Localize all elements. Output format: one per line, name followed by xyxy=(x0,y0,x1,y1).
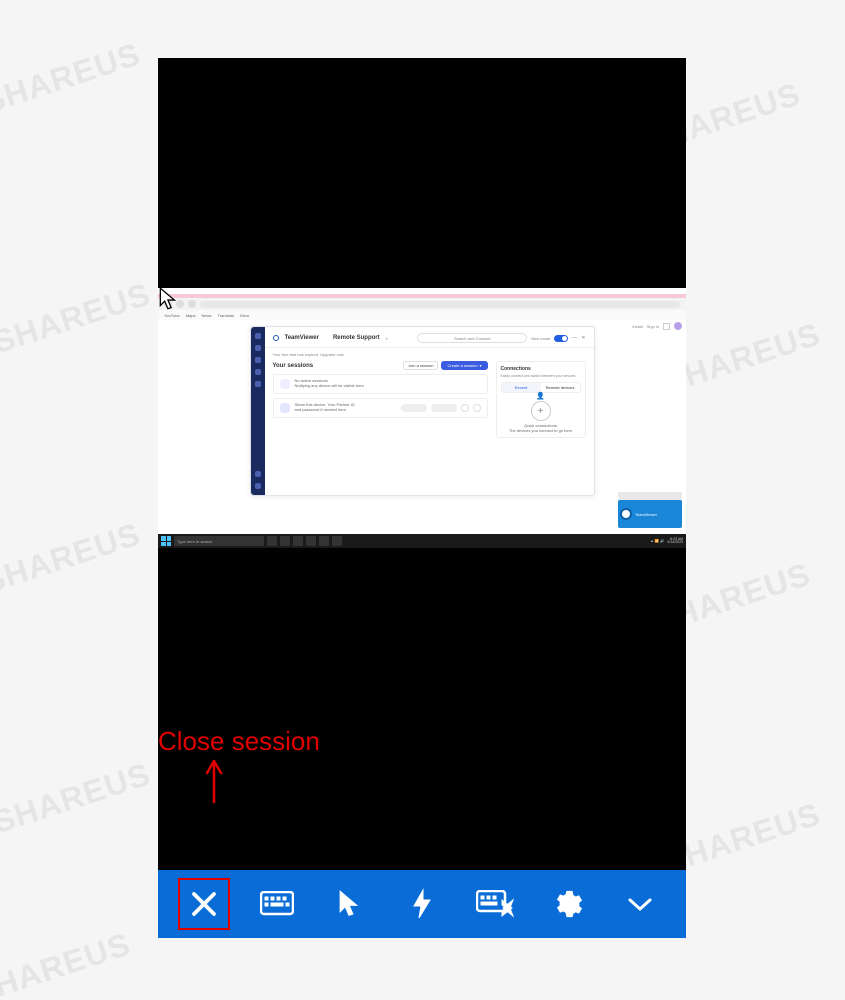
teamviewer-notification[interactable]: TeamViewer xyxy=(618,500,682,528)
connections-heading: Connections xyxy=(501,366,581,372)
notif-title: TeamViewer xyxy=(635,512,657,517)
signin-link[interactable]: Sign in xyxy=(647,324,659,329)
share-device-card: Share this device. Your Partner ID and p… xyxy=(273,398,488,418)
sidebar-item[interactable] xyxy=(255,471,261,477)
close-icon[interactable]: ✕ xyxy=(581,335,585,341)
mobile-viewer-frame: YouTube Maps News Translate Drive Instal… xyxy=(158,58,686,938)
letterbox-bottom: Close session xyxy=(158,548,686,870)
connections-panel: Connections Easily connect and switch be… xyxy=(496,361,586,438)
mode-toggle[interactable] xyxy=(554,335,568,342)
upgrade-banner[interactable]: Your free trial has expired. Upgrade now xyxy=(273,352,586,357)
letterbox-top xyxy=(158,58,686,288)
reload-icon[interactable] xyxy=(188,300,196,308)
taskbar-app-icon[interactable] xyxy=(293,536,303,546)
settings-button[interactable] xyxy=(546,883,588,925)
password-chip[interactable] xyxy=(431,404,457,412)
connections-sub: Easily connect and switch between your d… xyxy=(501,374,581,378)
create-session-button[interactable]: Create a session xyxy=(441,361,487,370)
empty-sessions-card: No active sessions Notifying any device … xyxy=(273,374,488,394)
taskbar-app-icon[interactable] xyxy=(332,536,342,546)
sessions-heading: Your sessions xyxy=(273,363,314,369)
refresh-icon[interactable] xyxy=(461,404,469,412)
pointer-button[interactable] xyxy=(328,883,370,925)
bookmark-item[interactable]: Maps xyxy=(186,313,196,318)
share-icon xyxy=(280,403,290,413)
page-title: Remote Support xyxy=(333,335,380,341)
taskbar-app-icon[interactable] xyxy=(306,536,316,546)
mouse-cursor-icon xyxy=(158,286,180,317)
teamviewer-app-window: TeamViewer Remote Support ▾ Search and C… xyxy=(250,326,595,496)
apps-icon[interactable] xyxy=(663,323,670,330)
annotation-label: Close session xyxy=(158,726,320,757)
browser-address-bar[interactable] xyxy=(158,298,686,310)
share-line2: and password if needed here xyxy=(295,408,355,413)
sidebar-item[interactable] xyxy=(255,369,261,375)
quick-sub: The devices you connect to go here xyxy=(501,428,581,433)
sidebar-item[interactable] xyxy=(255,333,261,339)
app-brand: TeamViewer xyxy=(285,335,319,341)
join-session-button[interactable]: Join a session xyxy=(403,361,438,370)
teamviewer-logo-icon xyxy=(620,508,632,520)
add-connection-button[interactable]: + xyxy=(531,401,551,421)
collapse-toolbar-button[interactable] xyxy=(619,883,661,925)
remote-control-toolbar xyxy=(158,870,686,938)
annotation: Close session xyxy=(158,726,320,803)
sidebar-item[interactable] xyxy=(255,345,261,351)
taskbar-app-icon[interactable] xyxy=(267,536,277,546)
bookmark-item[interactable]: Drive xyxy=(240,313,249,318)
start-button[interactable] xyxy=(161,536,171,546)
avatar[interactable] xyxy=(674,322,682,330)
page-top-right: Install Sign in xyxy=(632,322,682,330)
partner-id-chip[interactable] xyxy=(401,404,427,412)
install-link[interactable]: Install xyxy=(632,324,642,329)
system-tray[interactable]: ▲ 📶 🔊 xyxy=(650,539,664,543)
teamviewer-logo-icon xyxy=(273,335,279,341)
windows-taskbar[interactable]: Type here to search ▲ 📶 🔊 8:23 AM 9/14/2… xyxy=(158,534,686,548)
tab-remote-devices[interactable]: Remote devices xyxy=(541,383,580,392)
taskbar-app-icon[interactable] xyxy=(280,536,290,546)
taskbar-clock[interactable]: 8:23 AM 9/14/2023 xyxy=(667,538,683,545)
watermark: SHAREUS xyxy=(0,926,135,1000)
watermark: SHAREUS xyxy=(0,516,145,602)
send-keys-button[interactable] xyxy=(474,883,516,925)
quick-actions-button[interactable] xyxy=(401,883,443,925)
chevron-down-icon[interactable]: ▾ xyxy=(386,336,388,341)
empty-sub: Notifying any device will be visible her… xyxy=(295,384,364,389)
keyboard-button[interactable] xyxy=(256,883,298,925)
minimize-icon[interactable]: — xyxy=(572,335,577,341)
app-sidebar xyxy=(251,327,265,495)
watermark: SHAREUS xyxy=(0,756,155,842)
remote-desktop-view[interactable]: YouTube Maps News Translate Drive Instal… xyxy=(158,288,686,548)
sidebar-item[interactable] xyxy=(255,381,261,387)
sidebar-item[interactable] xyxy=(255,357,261,363)
bookmark-item[interactable]: Translate xyxy=(218,313,235,318)
taskbar-search[interactable]: Type here to search xyxy=(174,536,264,546)
watermark: SHAREUS xyxy=(0,36,145,122)
url-field[interactable] xyxy=(200,301,680,308)
notification-bar xyxy=(618,492,682,500)
taskbar-app-icon[interactable] xyxy=(319,536,329,546)
watermark: SHAREUS xyxy=(0,276,155,362)
annotation-highlight-box xyxy=(178,878,230,930)
bookmark-item[interactable]: News xyxy=(202,313,212,318)
tab-recent[interactable]: Recent xyxy=(502,383,541,392)
sessions-empty-icon xyxy=(280,379,290,389)
sidebar-item[interactable] xyxy=(255,483,261,489)
search-input[interactable]: Search and Connect xyxy=(417,333,527,343)
copy-icon[interactable] xyxy=(473,404,481,412)
bookmarks-bar[interactable]: YouTube Maps News Translate Drive xyxy=(158,310,686,320)
mode-label: New mode xyxy=(531,336,550,341)
annotation-arrow-icon xyxy=(204,759,320,803)
